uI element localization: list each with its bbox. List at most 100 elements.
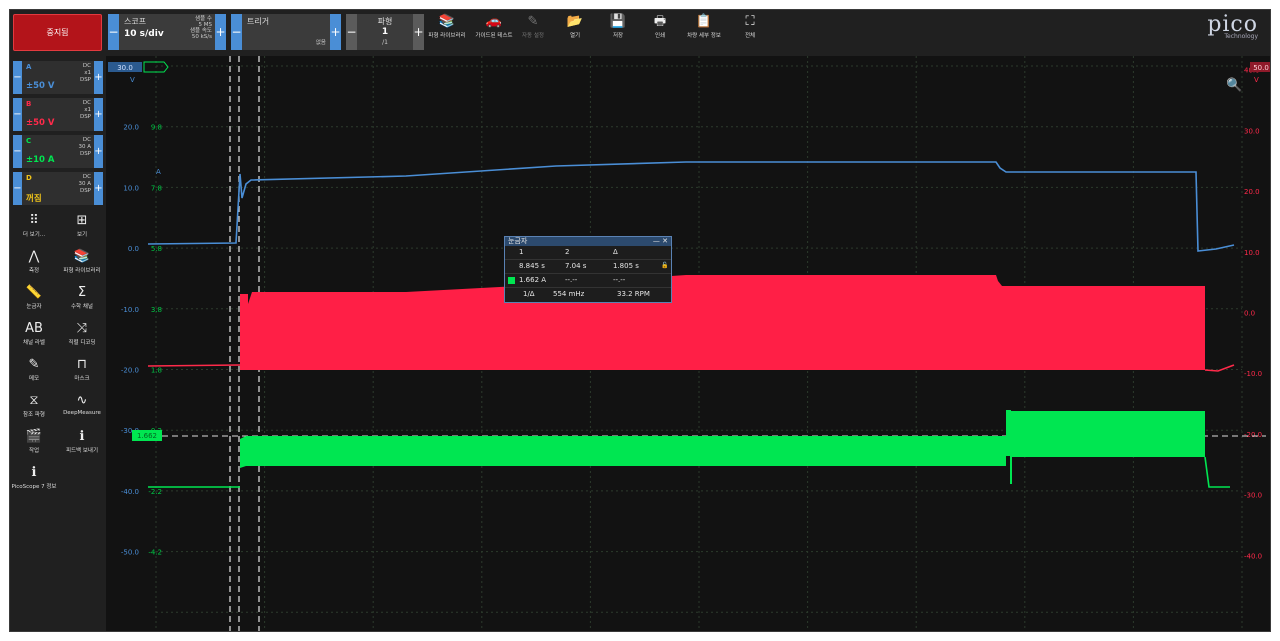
channel-range[interactable]: ±50 V	[26, 81, 55, 91]
channel-name: D	[26, 174, 32, 182]
channel-settings[interactable]: DC x1 DSP	[80, 63, 91, 84]
picoscope-window: 중지됨 − 스코프 10 s/div 샘플 수 5 MS 샘플 속도 50 kS…	[9, 9, 1271, 632]
side-tool-label: 참조 파형	[23, 412, 45, 418]
view-grid-icon: ⊞	[76, 213, 88, 228]
tool-label: 파형 라이브러리	[428, 33, 466, 39]
axis-b-tick-label: -30.0	[1244, 492, 1262, 500]
waveform-library-button[interactable]: 📚 파형 라이브러리	[58, 248, 106, 280]
waveform-control[interactable]: − 파형 1 /1 +	[346, 14, 424, 50]
channel-range-increase-button[interactable]: +	[94, 172, 103, 205]
channel-settings[interactable]: DC 30 A DSP	[78, 174, 91, 195]
channel-a-trace	[147, 161, 1235, 252]
feedback-button[interactable]: ℹ 피드백 보내기	[58, 428, 106, 460]
axis-b-tick-label: 0.0	[1244, 310, 1255, 318]
waveform-index: 1	[381, 27, 389, 37]
axis-a-tick-label: -40.0	[121, 488, 139, 496]
more-views-button[interactable]: ⠿ 더 보기...	[10, 212, 58, 244]
tool-label: 열기	[569, 33, 581, 39]
ruler-time-2: 7.04 s	[565, 262, 587, 270]
trigger-increase-button[interactable]: +	[330, 14, 341, 50]
channel-settings[interactable]: DC x1 DSP	[80, 100, 91, 121]
waveform-prev-button[interactable]: −	[346, 14, 357, 50]
notes-button[interactable]: ✎ 메모	[10, 356, 58, 388]
channel-range-decrease-button[interactable]: −	[13, 172, 22, 205]
deepmeasure-button[interactable]: ∿ DeepMeasure	[58, 392, 106, 424]
channel-a-panel[interactable]: − A ±50 V DC x1 DSP +	[13, 61, 103, 94]
channel-range-decrease-button[interactable]: −	[13, 98, 22, 131]
channel-range[interactable]: ±50 V	[26, 118, 55, 128]
waveform-library-button[interactable]: 📚 파형 라이브러리	[421, 13, 473, 53]
side-tool-label: 피드백 보내기	[65, 448, 99, 454]
math-channel-icon: Σ	[77, 285, 87, 300]
reference-waveform-button[interactable]: ⧖ 참조 파형	[10, 392, 58, 424]
channel-labels-button[interactable]: AB 채널 라벨	[10, 320, 58, 352]
axis-a-tick-label: -20.0	[121, 367, 139, 375]
left-axis-unit: V	[130, 76, 135, 84]
waveform-library-icon: 📚	[438, 14, 456, 29]
channel-range-increase-button[interactable]: +	[94, 98, 103, 131]
ruler-col-delta: Δ	[613, 248, 618, 256]
rate-value: 50 kS/s	[191, 34, 212, 40]
channel-d-panel[interactable]: − D 꺼짐 DC 30 A DSP +	[13, 172, 103, 205]
tool-label: 자동 설정	[522, 33, 544, 39]
side-tool-label: 보기	[76, 232, 88, 238]
reference-waveform-icon: ⧖	[29, 393, 39, 408]
view-grid-button[interactable]: ⊞ 보기	[58, 212, 106, 244]
timebase-decrease-button[interactable]: −	[108, 14, 119, 50]
ruler-value-1: 1.662 A	[519, 276, 547, 284]
channel-b-baseline	[147, 364, 241, 367]
waveform-library-icon: 📚	[73, 249, 91, 264]
channel-range-increase-button[interactable]: +	[94, 135, 103, 168]
vehicle-details-button[interactable]: 📋 차량 세부 정보	[678, 13, 730, 53]
ruler-button[interactable]: 📏 눈금자	[10, 284, 58, 316]
ruler-header[interactable]: 눈금자 — ✕	[505, 237, 671, 246]
fullscreen-button[interactable]: ⛶ 전체	[724, 13, 776, 53]
waveform-total: /1	[382, 39, 388, 46]
scope-view[interactable]: 20.0 10.0 0.0 -10.0 -20.0 -30.0 -40.0 -50.0 9.8 7…	[106, 56, 1271, 632]
measure-button[interactable]: ⋀ 측정	[10, 248, 58, 280]
channel-b-panel[interactable]: − B ±50 V DC x1 DSP +	[13, 98, 103, 131]
serial-decode-button[interactable]: ⤨ 직렬 디코딩	[58, 320, 106, 352]
channel-range[interactable]: ±10 A	[26, 155, 55, 165]
waveform-display[interactable]: 20.010.00.0-10.0-20.0-30.0-40.0-50.09.87…	[106, 56, 1271, 632]
channel-probe: 30 A	[78, 144, 91, 150]
ruler-lock-icon[interactable]: 🔓	[661, 262, 668, 269]
axis-b-tick-label: 10.0	[1244, 249, 1260, 257]
side-tool-label: 눈금자	[26, 304, 42, 310]
axis-c-tick-label: 3.8	[151, 306, 162, 314]
about-button[interactable]: ℹ PicoScope 7 정보	[10, 464, 58, 508]
channel-settings[interactable]: DC 30 A DSP	[78, 137, 91, 158]
channel-mode: DSP	[79, 114, 91, 120]
action-button[interactable]: 🎬 작업	[10, 428, 58, 460]
axis-b-tick-label: -20.0	[1244, 431, 1262, 439]
trigger-control[interactable]: − 트리거 없음 +	[231, 14, 341, 50]
deepmeasure-icon: ∿	[76, 393, 88, 408]
side-tool-label: 파형 라이브러리	[63, 268, 101, 274]
channel-range[interactable]: 꺼짐	[26, 192, 42, 204]
feedback-icon: ℹ	[79, 429, 85, 444]
axis-c-tick-label: 5.8	[151, 245, 162, 253]
trigger-decrease-button[interactable]: −	[231, 14, 242, 50]
axis-c-tick-label: 1.8	[151, 367, 162, 375]
vehicle-details-icon: 📋	[695, 14, 713, 29]
ruler-close-icon[interactable]: — ✕	[653, 237, 668, 246]
channel-c-tail	[1204, 456, 1230, 488]
scope-title: 스코프	[124, 17, 147, 26]
ruler-value-2: --.--	[565, 276, 578, 284]
more-views-icon: ⠿	[29, 213, 39, 228]
channel-a-axis-marker: A	[156, 168, 161, 176]
top-toolbar: 중지됨 − 스코프 10 s/div 샘플 수 5 MS 샘플 속도 50 kS…	[10, 10, 1270, 56]
mask-button[interactable]: ⊓ 마스크	[58, 356, 106, 388]
channel-coupling: DC	[82, 174, 91, 180]
channel-range-increase-button[interactable]: +	[94, 61, 103, 94]
timebase-increase-button[interactable]: +	[215, 14, 226, 50]
scope-timebase-control[interactable]: − 스코프 10 s/div 샘플 수 5 MS 샘플 속도 50 kS/s +	[108, 14, 226, 50]
math-channel-button[interactable]: Σ 수학 채널	[58, 284, 106, 316]
channel-range-decrease-button[interactable]: −	[13, 61, 22, 94]
ruler-window[interactable]: 눈금자 — ✕ 1 2 Δ 8.845 s 7.04 s 1.805 s 🔓 1…	[504, 236, 672, 303]
channel-name: A	[26, 63, 32, 71]
channel-mode: DSP	[79, 77, 91, 83]
run-stop-button[interactable]: 중지됨	[13, 14, 102, 51]
channel-range-decrease-button[interactable]: −	[13, 135, 22, 168]
channel-c-panel[interactable]: − C ±10 A DC 30 A DSP +	[13, 135, 103, 168]
